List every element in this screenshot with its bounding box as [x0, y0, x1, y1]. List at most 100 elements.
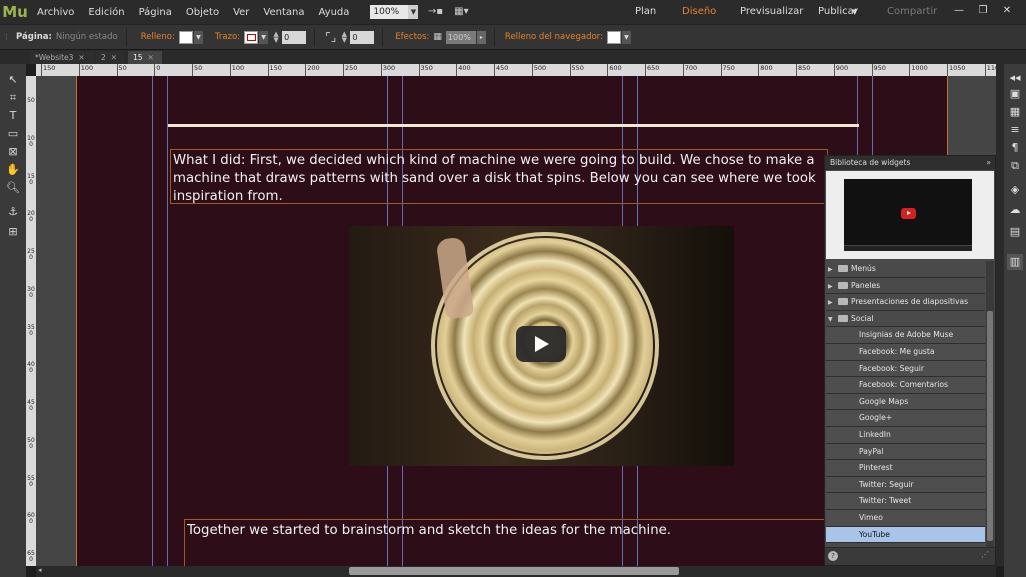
align-panel-icon[interactable]: ≡	[1007, 122, 1023, 138]
stroke-width-spinner-icon[interactable]: ▲ ▼	[272, 30, 280, 44]
expand-arrow-icon[interactable]: ▶	[828, 262, 838, 279]
page-state[interactable]: Ningún estado	[56, 32, 118, 42]
widget-library-icon[interactable]: ▥	[1007, 254, 1023, 270]
resize-grip-icon[interactable]: ⋰	[981, 550, 989, 559]
widget-item[interactable]: Twitter: Seguir	[826, 476, 985, 494]
widget-item[interactable]: Google+	[826, 410, 985, 427]
tab-close-icon[interactable]: ✕	[78, 53, 84, 62]
widget-item[interactable]: PayPal	[826, 443, 985, 461]
folder-social[interactable]: ▼ Social	[826, 310, 985, 329]
widget-item-selected[interactable]: YouTube	[826, 526, 985, 544]
corner-radius-input[interactable]: 0	[350, 30, 375, 44]
help-icon[interactable]: ?	[828, 551, 838, 561]
mode-preview[interactable]: Previsualizar	[740, 0, 803, 24]
stroke-swatch[interactable]	[244, 30, 259, 44]
menu-ventana[interactable]: Ventana	[256, 7, 311, 18]
maximize-icon[interactable]: ❐	[974, 3, 992, 19]
fill-label[interactable]: Relleno:	[141, 32, 175, 42]
zoom-dropdown-icon[interactable]: ▼	[408, 5, 419, 19]
fill-dropdown-icon[interactable]: ▼	[193, 30, 203, 44]
widget-list-scroll-thumb[interactable]	[987, 311, 993, 541]
widget-item[interactable]: Facebook: Seguir	[826, 360, 985, 378]
anchor-tool-icon[interactable]: ⚓︎	[4, 204, 22, 220]
folder-presentaciones[interactable]: ▶ Presentaciones de diapositivas	[826, 294, 985, 311]
cc-libraries-icon[interactable]: ☁	[1007, 202, 1023, 218]
crop-tool-icon[interactable]: ⌗	[4, 90, 22, 106]
tab-15[interactable]: 15 ✕	[128, 51, 162, 64]
collapse-icon[interactable]: »	[986, 156, 991, 170]
widget-list-scrollbar[interactable]	[986, 261, 994, 549]
folder-menus[interactable]: ▶ Menús	[826, 261, 985, 278]
mode-plan[interactable]: Plan	[635, 0, 656, 24]
mode-design[interactable]: Diseño	[682, 0, 716, 24]
tab-close-icon[interactable]: ✕	[148, 53, 154, 62]
canvas-horizontal-scrollbar[interactable]: ◂	[36, 566, 996, 577]
expand-arrow-icon[interactable]: ▶	[828, 279, 838, 296]
widget-item[interactable]: Insignias de Adobe Muse	[826, 327, 985, 344]
hand-tool-icon[interactable]: ✋	[4, 162, 22, 178]
minimize-icon[interactable]: —	[950, 3, 968, 19]
menu-pagina[interactable]: Página	[132, 7, 179, 18]
selection-tool-icon[interactable]: ↖	[4, 72, 22, 88]
color-panel-icon[interactable]: ▣	[1007, 86, 1023, 102]
transform-panel-icon[interactable]: ⧉	[1007, 158, 1023, 174]
widget-item[interactable]: Twitter: Tweet	[826, 493, 985, 510]
ruler-tick	[456, 64, 458, 76]
tab-2[interactable]: 2 ✕	[96, 51, 124, 64]
menu-edicion[interactable]: Edición	[81, 7, 131, 18]
browser-fill-swatch[interactable]	[606, 30, 621, 44]
layers-panel-icon[interactable]: ◈	[1007, 182, 1023, 198]
page-area[interactable]: What I did: First, we decided which kind…	[76, 76, 948, 566]
stroke-label[interactable]: Trazo:	[215, 32, 240, 42]
menu-ayuda[interactable]: Ayuda	[312, 7, 357, 18]
browser-fill-label[interactable]: Relleno del navegador:	[505, 32, 603, 42]
expand-arrow-icon[interactable]: ▶	[828, 295, 838, 312]
text-tool-icon[interactable]: T	[4, 108, 22, 124]
text-panel-icon[interactable]: ¶	[1007, 140, 1023, 156]
widget-library-header[interactable]: Biblioteca de widgets »	[825, 156, 995, 170]
tab-website3[interactable]: *Website3 ✕	[30, 51, 94, 64]
effects-label[interactable]: Efectos:	[395, 32, 429, 42]
scroll-left-icon[interactable]: ◂	[38, 566, 42, 574]
stroke-dropdown-icon[interactable]: ▼	[259, 30, 269, 44]
zoom-tool-icon[interactable]: 🔍︎	[4, 180, 22, 196]
brainstorm-text-frame[interactable]: Together we started to brainstorm and sk…	[184, 519, 830, 566]
header-divider-line[interactable]	[168, 124, 859, 127]
menu-archivo[interactable]: Archivo	[30, 7, 81, 18]
menu-ver[interactable]: Ver	[226, 7, 256, 18]
opacity-arrow-icon[interactable]: ▸	[476, 30, 486, 44]
opacity-input[interactable]: 100%	[445, 30, 476, 44]
widget-item[interactable]: Facebook: Me gusta	[826, 343, 985, 361]
widget-item[interactable]: Facebook: Comentarios	[826, 377, 985, 394]
publish-dropdown-icon[interactable]: ▼	[852, 0, 857, 24]
collapse-panels-icon[interactable]: ◂◂	[1007, 70, 1023, 86]
tab-close-icon[interactable]: ✕	[111, 53, 117, 62]
export-arrow-icon[interactable]: →▪	[426, 5, 444, 19]
horizontal-scroll-thumb[interactable]	[349, 567, 679, 575]
widget-item[interactable]: Vimeo	[826, 509, 985, 527]
grid-view-icon[interactable]: ▦▾	[452, 5, 470, 19]
ruler-tick	[116, 64, 118, 76]
swatches-panel-icon[interactable]: ▦	[1007, 104, 1023, 120]
intro-text-frame[interactable]: What I did: First, we decided which kind…	[170, 149, 828, 204]
image-frame-tool-icon[interactable]: ⊠	[4, 144, 22, 160]
play-button-icon[interactable]	[516, 326, 566, 362]
widget-item[interactable]: Google Maps	[826, 393, 985, 411]
widget-item[interactable]: LinkedIn	[826, 426, 985, 444]
widget-item[interactable]: Pinterest	[826, 460, 985, 477]
browser-fill-dropdown-icon[interactable]: ▼	[621, 30, 631, 44]
corner-radius-spinner-icon[interactable]: ▲ ▼	[340, 30, 348, 44]
assets-panel-icon[interactable]: ▤	[1007, 224, 1023, 240]
menu-objeto[interactable]: Objeto	[179, 7, 226, 18]
zoom-level[interactable]: 100%	[370, 5, 409, 19]
fill-stroke-icon[interactable]: ⊞	[4, 224, 22, 240]
fill-swatch[interactable]	[178, 30, 193, 44]
youtube-video-embed[interactable]	[349, 226, 734, 466]
collapse-arrow-icon[interactable]: ▼	[828, 312, 838, 329]
corner-radius-icon[interactable]: ⌜⌟	[325, 30, 336, 44]
stroke-width-input[interactable]: 0	[282, 30, 307, 44]
canvas-vertical-scrollbar[interactable]	[996, 64, 1004, 566]
close-icon[interactable]: ✕	[998, 3, 1016, 19]
rectangle-tool-icon[interactable]: ▭	[4, 126, 22, 142]
folder-paneles[interactable]: ▶ Paneles	[826, 277, 985, 296]
